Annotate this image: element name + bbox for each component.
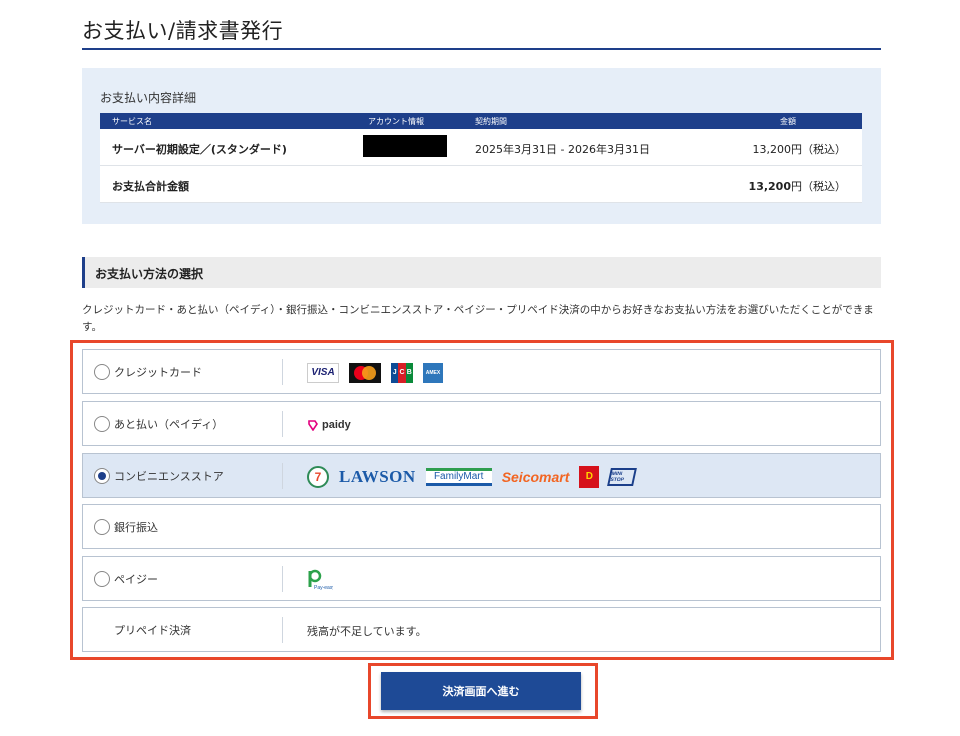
insufficient-balance-note: 残高が不足しています。 bbox=[307, 625, 427, 638]
page-title-text: お支払い/請求書発行 bbox=[82, 19, 284, 43]
option-label: ペイジー bbox=[114, 573, 158, 586]
column-header-account: アカウント情報 bbox=[368, 117, 424, 126]
paidy-logo-text: paidy bbox=[322, 418, 351, 431]
table-header: サービス名 アカウント情報 契約期間 金額 bbox=[100, 113, 862, 129]
total-amount-suffix: 円（税込） bbox=[791, 180, 846, 193]
payment-option-payeasy[interactable]: ペイジー Pay-easy bbox=[82, 556, 881, 601]
payeasy-logos: Pay-easy bbox=[307, 557, 335, 602]
payment-detail-table: サービス名 アカウント情報 契約期間 金額 サーバー初期設定／(スタンダード) … bbox=[100, 113, 862, 203]
column-header-service: サービス名 bbox=[112, 117, 152, 126]
service-name: サーバー初期設定／(スタンダード) bbox=[112, 143, 287, 156]
table-row: サーバー初期設定／(スタンダード) 2025年3月31日 - 2026年3月31… bbox=[100, 129, 862, 166]
radio-convenience-store[interactable] bbox=[94, 468, 110, 484]
payment-method-heading-text: お支払い方法の選択 bbox=[95, 267, 204, 281]
amex-logo-icon: AMEX bbox=[423, 362, 443, 383]
total-amount: 13,200円（税込） bbox=[749, 178, 846, 194]
option-divider bbox=[282, 359, 283, 385]
option-label: プリペイド決済 bbox=[114, 624, 191, 637]
seven-eleven-logo-icon: 7 bbox=[307, 465, 329, 488]
radio-paidy[interactable] bbox=[94, 416, 110, 432]
row-amount: 13,200円（税込） bbox=[752, 143, 847, 156]
payment-option-convenience-store[interactable]: コンビニエンスストア 7 LAWSON FamilyMart Seicomart… bbox=[82, 453, 881, 498]
account-info-redacted bbox=[363, 135, 447, 157]
total-row: お支払合計金額 13,200円（税込） bbox=[100, 166, 862, 203]
familymart-logo-icon: FamilyMart bbox=[425, 467, 492, 486]
column-header-amount: 金額 bbox=[780, 117, 796, 126]
paidy-logo-icon: paidy bbox=[307, 419, 351, 431]
lawson-logo-icon: LAWSON bbox=[339, 466, 416, 486]
contract-period: 2025年3月31日 - 2026年3月31日 bbox=[475, 143, 650, 156]
payment-option-paidy[interactable]: あと払い（ペイディ） paidy bbox=[82, 401, 881, 446]
option-label: コンビニエンスストア bbox=[114, 470, 224, 483]
total-amount-value: 13,200 bbox=[748, 180, 791, 193]
proceed-to-payment-button[interactable]: 決済画面へ進む bbox=[381, 672, 581, 710]
payment-method-intro: クレジットカード・あと払い（ペイディ）・銀行振込・コンビニエンスストア・ペイジー… bbox=[82, 304, 874, 333]
column-header-period: 契約期間 bbox=[475, 117, 507, 126]
convenience-store-logos: 7 LAWSON FamilyMart Seicomart D MINI STO… bbox=[307, 454, 638, 499]
jcb-logo-icon: JCB bbox=[391, 362, 413, 383]
option-divider bbox=[282, 617, 283, 643]
svg-text:Pay-easy: Pay-easy bbox=[314, 585, 333, 591]
payment-detail-caption: お支払い内容詳細 bbox=[100, 91, 197, 105]
option-divider bbox=[282, 566, 283, 592]
credit-card-logos: VISA JCB AMEX bbox=[307, 350, 443, 395]
option-divider bbox=[282, 411, 283, 437]
mastercard-logo-icon bbox=[349, 362, 381, 383]
payeasy-logo-icon: Pay-easy bbox=[307, 569, 335, 591]
payment-detail-panel: お支払い内容詳細 サービス名 アカウント情報 契約期間 金額 サーバー初期設定／… bbox=[82, 68, 881, 224]
option-label: あと払い（ペイディ） bbox=[114, 418, 224, 431]
daily-yamazaki-logo-icon: D bbox=[579, 465, 600, 488]
ministop-logo-icon: MINI STOP bbox=[607, 467, 638, 486]
radio-payeasy[interactable] bbox=[94, 571, 110, 587]
total-label: お支払合計金額 bbox=[112, 180, 189, 193]
payment-option-prepaid: プリペイド決済 残高が不足しています。 bbox=[82, 607, 881, 652]
page-title: お支払い/請求書発行 bbox=[82, 16, 881, 50]
seicomart-logo-icon: Seicomart bbox=[501, 468, 570, 485]
payment-option-credit-card[interactable]: クレジットカード VISA JCB AMEX bbox=[82, 349, 881, 394]
radio-bank-transfer[interactable] bbox=[94, 519, 110, 535]
option-label: 銀行振込 bbox=[114, 521, 158, 534]
option-divider bbox=[282, 463, 283, 489]
payment-option-bank-transfer[interactable]: 銀行振込 bbox=[82, 504, 881, 549]
radio-credit-card[interactable] bbox=[94, 364, 110, 380]
visa-logo-icon: VISA bbox=[307, 362, 339, 383]
payment-method-heading: お支払い方法の選択 bbox=[82, 257, 881, 288]
paidy-logos: paidy bbox=[307, 402, 351, 447]
option-label: クレジットカード bbox=[114, 366, 202, 379]
